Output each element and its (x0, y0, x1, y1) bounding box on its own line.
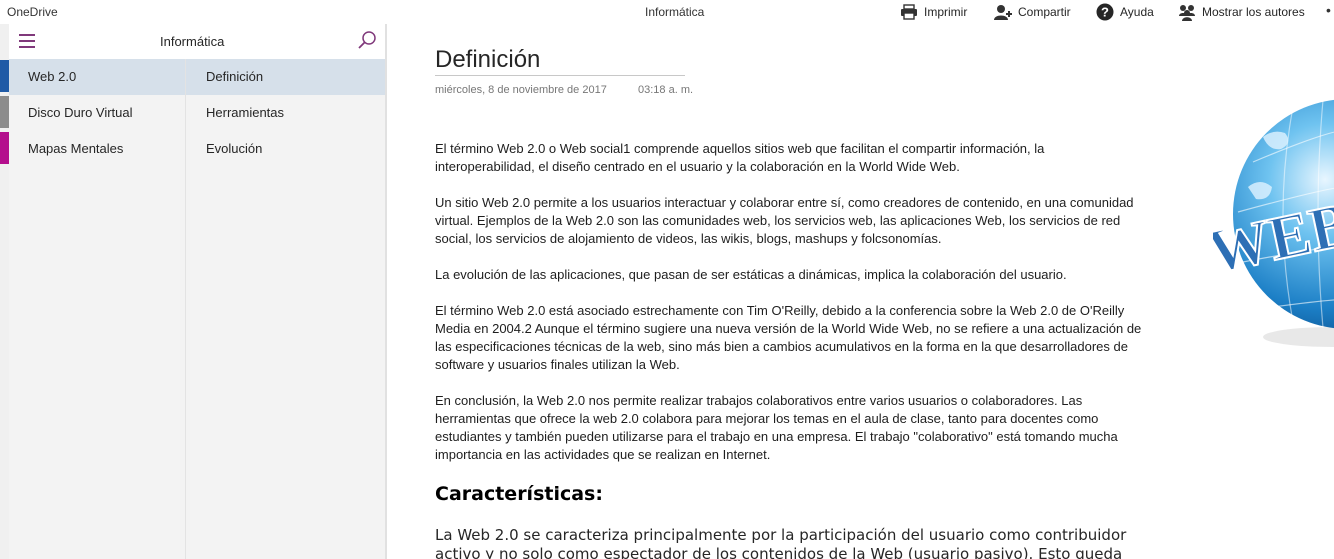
help-label: Ayuda (1120, 5, 1154, 19)
search-icon[interactable] (357, 30, 377, 50)
show-authors-button[interactable]: Mostrar los autores (1178, 2, 1305, 22)
web-globe-image[interactable]: WEB (1213, 92, 1334, 352)
page-list: Definición Herramientas Evolución (185, 59, 385, 559)
page-title[interactable]: Definición (435, 46, 540, 74)
paragraph[interactable]: La Web 2.0 se caracteriza principalmente… (435, 526, 1135, 559)
paragraph[interactable]: En conclusión, la Web 2.0 nos permite re… (435, 392, 1145, 464)
notebook-panel: Informática Web 2.0 Disco Duro Virtual M… (9, 24, 385, 559)
top-bar: OneDrive Informática Imprimir Compartir … (0, 0, 1334, 24)
section-item-web-2-0[interactable]: Web 2.0 (9, 59, 185, 95)
page-item-evolucion[interactable]: Evolución (186, 131, 385, 167)
section-item-disco-duro-virtual[interactable]: Disco Duro Virtual (9, 95, 185, 131)
section-item-mapas-mentales[interactable]: Mapas Mentales (9, 131, 185, 167)
help-button[interactable]: ? Ayuda (1096, 2, 1154, 22)
page-item-definicion[interactable]: Definición (186, 59, 385, 95)
print-button[interactable]: Imprimir (900, 2, 967, 22)
section-list: Web 2.0 Disco Duro Virtual Mapas Mentale… (9, 59, 185, 559)
paragraph[interactable]: El término Web 2.0 o Web social1 compren… (435, 140, 1145, 176)
section-color-strip (0, 24, 9, 559)
share-button[interactable]: Compartir (994, 2, 1071, 22)
print-label: Imprimir (924, 5, 968, 19)
paragraph[interactable]: La evolución de las aplicaciones, que pa… (435, 266, 1145, 284)
page-canvas[interactable]: Definición miércoles, 8 de noviembre de … (387, 24, 1334, 559)
paragraph[interactable]: El término Web 2.0 está asociado estrech… (435, 302, 1145, 374)
show-authors-label: Mostrar los autores (1202, 5, 1305, 19)
more-options-button[interactable]: • (1326, 2, 1331, 18)
add-person-icon (994, 4, 1012, 20)
help-icon: ? (1096, 3, 1114, 21)
page-body[interactable]: El término Web 2.0 o Web social1 compren… (435, 140, 1145, 482)
title-underline (435, 75, 685, 76)
paragraph[interactable]: Un sitio Web 2.0 permite a los usuarios … (435, 194, 1145, 248)
section-color-tab-disco[interactable] (0, 96, 9, 128)
page-time: 03:18 a. m. (638, 84, 694, 96)
page-date: miércoles, 8 de noviembre de 2017 (435, 84, 607, 96)
svg-text:?: ? (1101, 5, 1109, 20)
section-heading[interactable]: Características: (435, 483, 603, 505)
section-color-tab-mapas[interactable] (0, 132, 9, 164)
notebook-header: Informática (9, 24, 385, 59)
share-label: Compartir (1018, 5, 1071, 19)
hamburger-menu-icon[interactable] (19, 34, 35, 48)
document-title: Informática (645, 5, 705, 19)
people-icon (1179, 4, 1195, 21)
printer-icon (901, 4, 917, 20)
section-color-tab-web[interactable] (0, 60, 9, 92)
notebook-title: Informática (160, 34, 225, 49)
page-item-herramientas[interactable]: Herramientas (186, 95, 385, 131)
app-brand[interactable]: OneDrive (7, 5, 58, 19)
